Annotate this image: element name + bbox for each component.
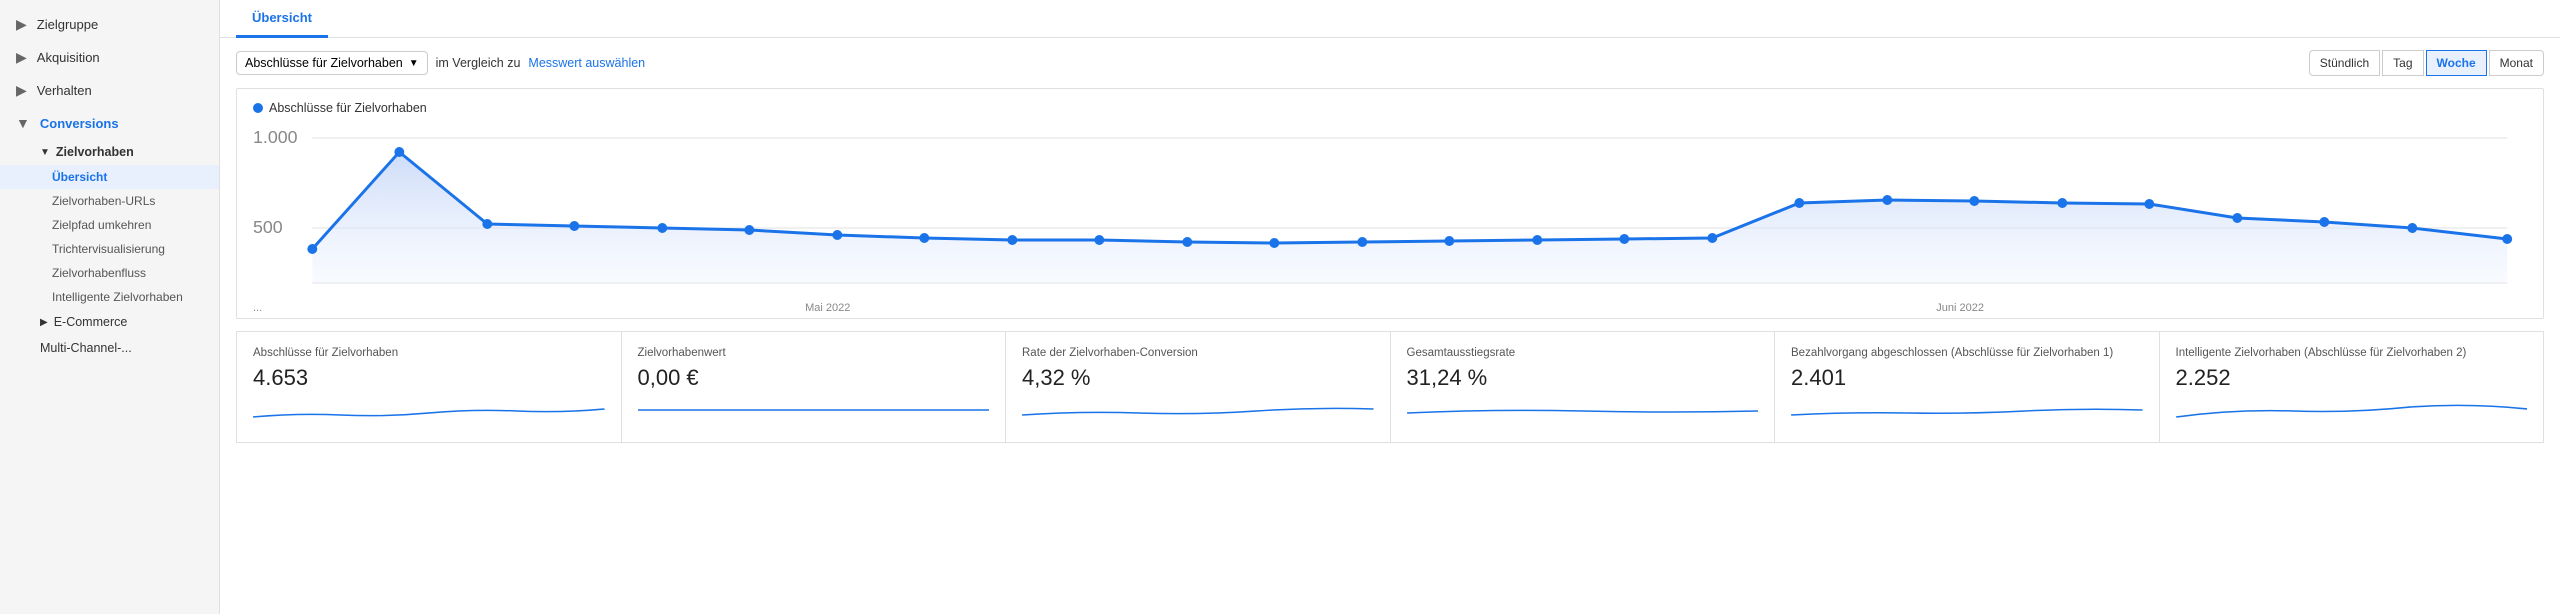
metric-card-gesamtausstiegsrate: Gesamtausstiegsrate 31,24 % [1391, 332, 1776, 442]
time-btn-monat[interactable]: Monat [2489, 50, 2544, 76]
tab-bar: Übersicht [220, 0, 2560, 38]
chevron-down-icon: ▼ [409, 58, 419, 69]
x-label-mai: Mai 2022 [805, 302, 850, 314]
metric-label-conversion-rate: Rate der Zielvorhaben-Conversion [1022, 346, 1374, 361]
sidebar-item-label: Verhalten [37, 83, 92, 98]
legend-dot [253, 103, 263, 113]
chart-legend: Abschlüsse für Zielvorhaben [253, 101, 2527, 115]
metric-label-abschluesse: Abschlüsse für Zielvorhaben [253, 346, 605, 361]
metric-value-bezahlvorgang: 2.401 [1791, 365, 2143, 391]
sidebar-item-uebersicht[interactable]: Übersicht [0, 165, 219, 189]
metric-value-conversion-rate: 4,32 % [1022, 365, 1374, 391]
sidebar-item-label: Conversions [40, 116, 119, 131]
metric-value-intelligente-zielvorhaben: 2.252 [2176, 365, 2528, 391]
sidebar-item-ecommerce[interactable]: ▶ E-Commerce [0, 309, 219, 335]
x-label-0: ... [253, 302, 262, 314]
toolbar: Abschlüsse für Zielvorhaben ▼ im Verglei… [236, 50, 2544, 76]
sidebar-sub-label: Multi-Channel-... [40, 341, 132, 355]
metric-card-abschluesse: Abschlüsse für Zielvorhaben 4.653 [237, 332, 622, 442]
akquisition-icon: ▶ [16, 49, 27, 66]
x-label-juni: Juni 2022 [1936, 302, 1984, 314]
sidebar-item-zielpfad-umkehren[interactable]: Zielpfad umkehren [0, 213, 219, 237]
sidebar-item-zielvorhabenfluss[interactable]: Zielvorhabenfluss [0, 261, 219, 285]
conversions-icon: ▼ [16, 115, 30, 131]
sidebar-sub-label: E-Commerce [54, 315, 128, 329]
time-btn-tag[interactable]: Tag [2382, 50, 2423, 76]
verhalten-icon: ▶ [16, 82, 27, 99]
toolbar-right: Stündlich Tag Woche Monat [2309, 50, 2544, 76]
sidebar-item-akquisition[interactable]: ▶ Akquisition [0, 41, 219, 74]
time-btn-stuendlich[interactable]: Stündlich [2309, 50, 2380, 76]
chart-wrapper: 1.000 500 [253, 123, 2527, 298]
sidebar-sub-sub-label: Trichtervisualisierung [52, 242, 165, 256]
tab-uebersicht[interactable]: Übersicht [236, 0, 328, 38]
time-btn-woche[interactable]: Woche [2426, 50, 2487, 76]
sidebar-item-multi-channel[interactable]: Multi-Channel-... [0, 335, 219, 361]
messwert-link[interactable]: Messwert auswählen [528, 56, 645, 70]
sidebar-sub-sub-label: Übersicht [52, 170, 107, 184]
sidebar-item-label: Akquisition [37, 50, 100, 65]
chevron-right-icon: ▶ [40, 317, 48, 328]
sparkline-conversion-rate [1022, 395, 1374, 425]
sidebar-item-zielvorhaben[interactable]: ▼ Zielvorhaben [0, 139, 219, 165]
metric-label-zielvorhabenwert: Zielvorhabenwert [638, 346, 990, 361]
sidebar-item-zielvorhaben-urls[interactable]: Zielvorhaben-URLs [0, 189, 219, 213]
toolbar-left: Abschlüsse für Zielvorhaben ▼ im Verglei… [236, 51, 645, 75]
chart-area: Abschlüsse für Zielvorhaben 1.000 500 [236, 88, 2544, 319]
main-content: Übersicht Abschlüsse für Zielvorhaben ▼ … [220, 0, 2560, 614]
sparkline-zielvorhabenwert [638, 395, 990, 425]
chevron-down-icon: ▼ [40, 147, 50, 158]
zielgruppe-icon: ▶ [16, 16, 27, 33]
sidebar: ▶ Zielgruppe ▶ Akquisition ▶ Verhalten ▼… [0, 0, 220, 614]
svg-text:500: 500 [253, 217, 283, 237]
compare-text: im Vergleich zu [436, 56, 521, 70]
legend-label: Abschlüsse für Zielvorhaben [269, 101, 427, 115]
metric-value-gesamtausstiegsrate: 31,24 % [1407, 365, 1759, 391]
page-content: Abschlüsse für Zielvorhaben ▼ im Verglei… [220, 38, 2560, 614]
dropdown-label: Abschlüsse für Zielvorhaben [245, 56, 403, 70]
sidebar-item-zielgruppe[interactable]: ▶ Zielgruppe [0, 8, 219, 41]
sidebar-item-label: Zielgruppe [37, 17, 98, 32]
metric-label-intelligente-zielvorhaben: Intelligente Zielvorhaben (Abschlüsse fü… [2176, 346, 2528, 361]
metric-card-conversion-rate: Rate der Zielvorhaben-Conversion 4,32 % [1006, 332, 1391, 442]
sidebar-sub-sub-label: Zielvorhabenfluss [52, 266, 146, 280]
metric-label-bezahlvorgang: Bezahlvorgang abgeschlossen (Abschlüsse … [1791, 346, 2143, 361]
sparkline-intelligente-zielvorhaben [2176, 395, 2528, 425]
chart-x-labels: ... Mai 2022 Juni 2022 [253, 298, 2527, 314]
sidebar-sub-sub-label: Zielpfad umkehren [52, 218, 151, 232]
chart-svg: 1.000 500 [253, 123, 2527, 298]
svg-text:1.000: 1.000 [253, 127, 298, 147]
sidebar-item-intelligente-zielvorhaben[interactable]: Intelligente Zielvorhaben [0, 285, 219, 309]
metric-card-zielvorhabenwert: Zielvorhabenwert 0,00 € [622, 332, 1007, 442]
metrics-row: Abschlüsse für Zielvorhaben 4.653 Zielvo… [236, 331, 2544, 443]
sidebar-item-trichtervisualisierung[interactable]: Trichtervisualisierung [0, 237, 219, 261]
sidebar-item-verhalten[interactable]: ▶ Verhalten [0, 74, 219, 107]
sparkline-bezahlvorgang [1791, 395, 2143, 425]
sidebar-sub-sub-label: Zielvorhaben-URLs [52, 194, 155, 208]
sidebar-sub-sub-label: Intelligente Zielvorhaben [52, 290, 183, 304]
metric-card-bezahlvorgang: Bezahlvorgang abgeschlossen (Abschlüsse … [1775, 332, 2160, 442]
sidebar-item-conversions[interactable]: ▼ Conversions [0, 107, 219, 139]
metric-label-gesamtausstiegsrate: Gesamtausstiegsrate [1407, 346, 1759, 361]
metric-dropdown[interactable]: Abschlüsse für Zielvorhaben ▼ [236, 51, 428, 75]
sparkline-gesamtausstiegsrate [1407, 395, 1759, 425]
sparkline-abschluesse [253, 395, 605, 425]
metric-value-zielvorhabenwert: 0,00 € [638, 365, 990, 391]
metric-card-intelligente-zielvorhaben: Intelligente Zielvorhaben (Abschlüsse fü… [2160, 332, 2544, 442]
sidebar-sub-label: Zielvorhaben [56, 145, 134, 159]
metric-value-abschluesse: 4.653 [253, 365, 605, 391]
